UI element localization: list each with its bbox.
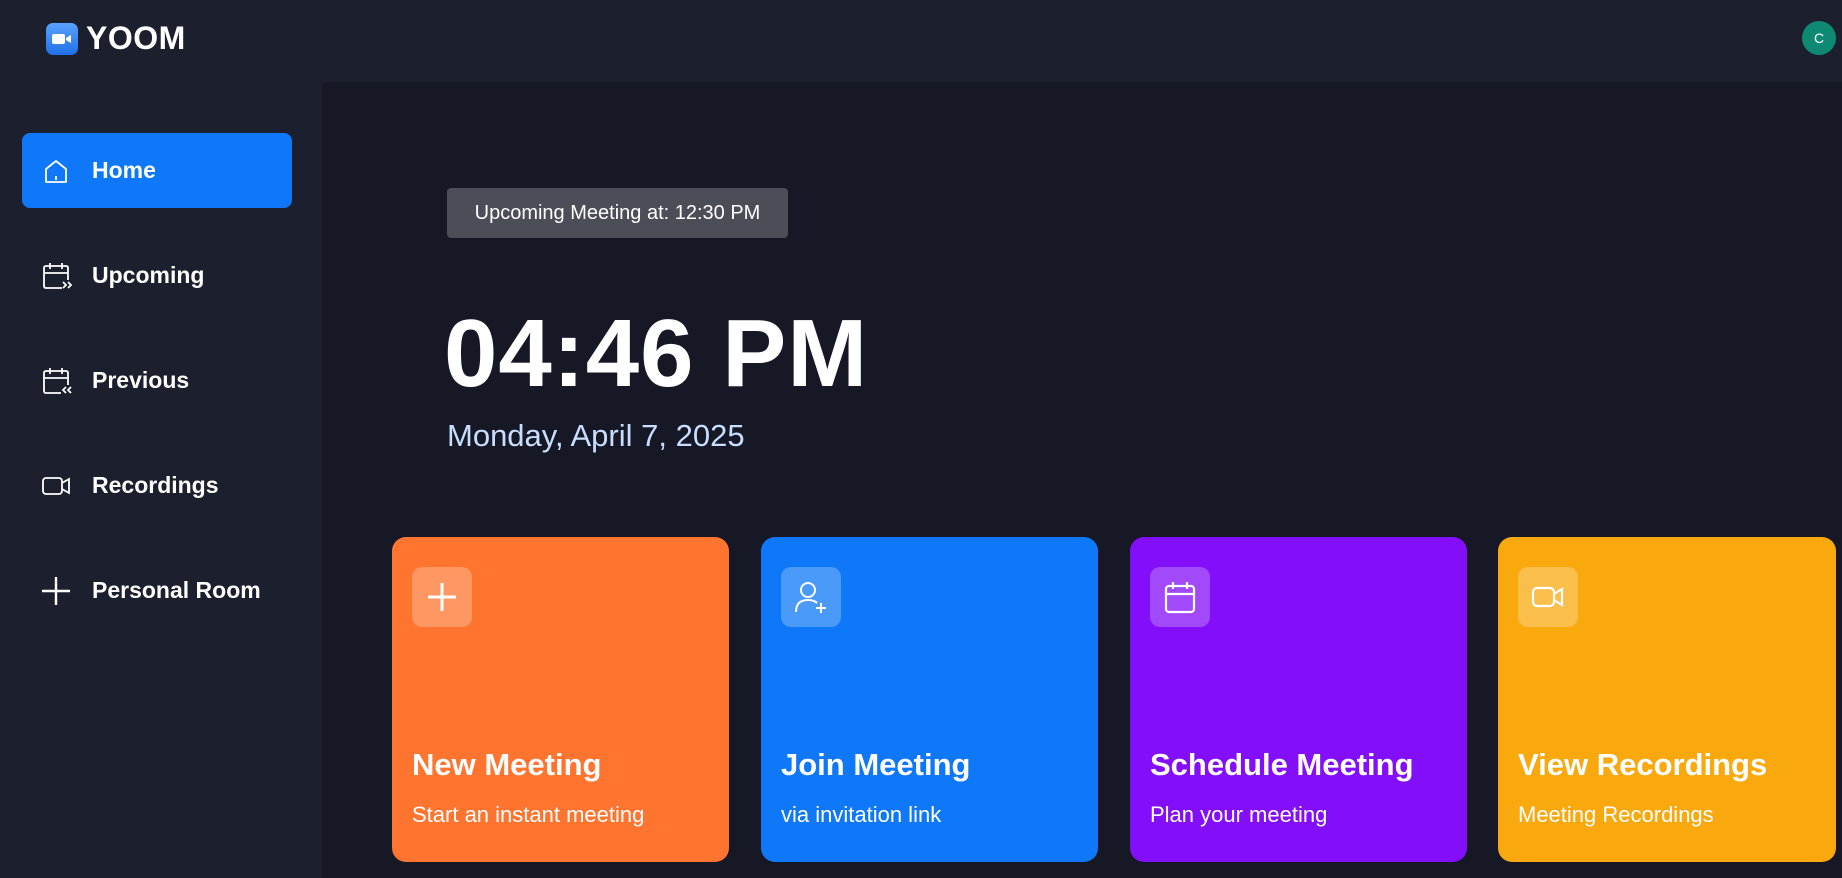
calendar-back-icon [40, 365, 72, 397]
card-title: Schedule Meeting [1150, 747, 1414, 782]
current-time: 04:46 PM [444, 300, 869, 407]
video-icon [40, 470, 72, 502]
plus-icon [412, 567, 472, 627]
current-date: Monday, April 7, 2025 [447, 418, 745, 453]
sidebar-item-personal-room[interactable]: Personal Room [22, 553, 292, 628]
sidebar-item-label: Previous [92, 367, 190, 393]
join-meeting-card[interactable]: Join Meeting via invitation link [761, 537, 1098, 862]
sidebar-item-label: Recordings [92, 472, 219, 498]
user-add-icon [781, 567, 841, 627]
home-icon [40, 155, 72, 187]
sidebar-item-recordings[interactable]: Recordings [22, 448, 292, 523]
top-bar: YOOM C [0, 0, 1842, 82]
brand[interactable]: YOOM [46, 20, 186, 57]
logo-icon [46, 22, 78, 55]
upcoming-meeting-badge: Upcoming Meeting at: 12:30 PM [447, 188, 788, 238]
schedule-meeting-card[interactable]: Schedule Meeting Plan your meeting [1130, 537, 1467, 862]
card-title: New Meeting [412, 747, 602, 782]
card-subtitle: Plan your meeting [1150, 802, 1328, 827]
card-title: View Recordings [1518, 747, 1768, 782]
sidebar-item-label: Personal Room [92, 577, 261, 603]
card-subtitle: via invitation link [781, 802, 942, 827]
sidebar: Home Upcoming Previous Recordings Person… [0, 82, 322, 878]
app-name: YOOM [86, 20, 186, 56]
plus-icon [40, 575, 72, 607]
card-subtitle: Meeting Recordings [1518, 802, 1714, 827]
user-avatar[interactable]: C [1802, 21, 1836, 55]
new-meeting-card[interactable]: New Meeting Start an instant meeting [392, 537, 729, 862]
video-icon [1518, 567, 1578, 627]
view-recordings-card[interactable]: View Recordings Meeting Recordings [1498, 537, 1836, 862]
sidebar-item-label: Upcoming [92, 262, 205, 288]
calendar-icon [1150, 567, 1210, 627]
card-subtitle: Start an instant meeting [412, 802, 645, 827]
sidebar-item-upcoming[interactable]: Upcoming [22, 238, 292, 313]
calendar-forward-icon [40, 260, 72, 292]
sidebar-item-previous[interactable]: Previous [22, 343, 292, 418]
sidebar-item-home[interactable]: Home [22, 133, 292, 208]
sidebar-item-label: Home [92, 157, 156, 183]
card-title: Join Meeting [781, 747, 971, 782]
